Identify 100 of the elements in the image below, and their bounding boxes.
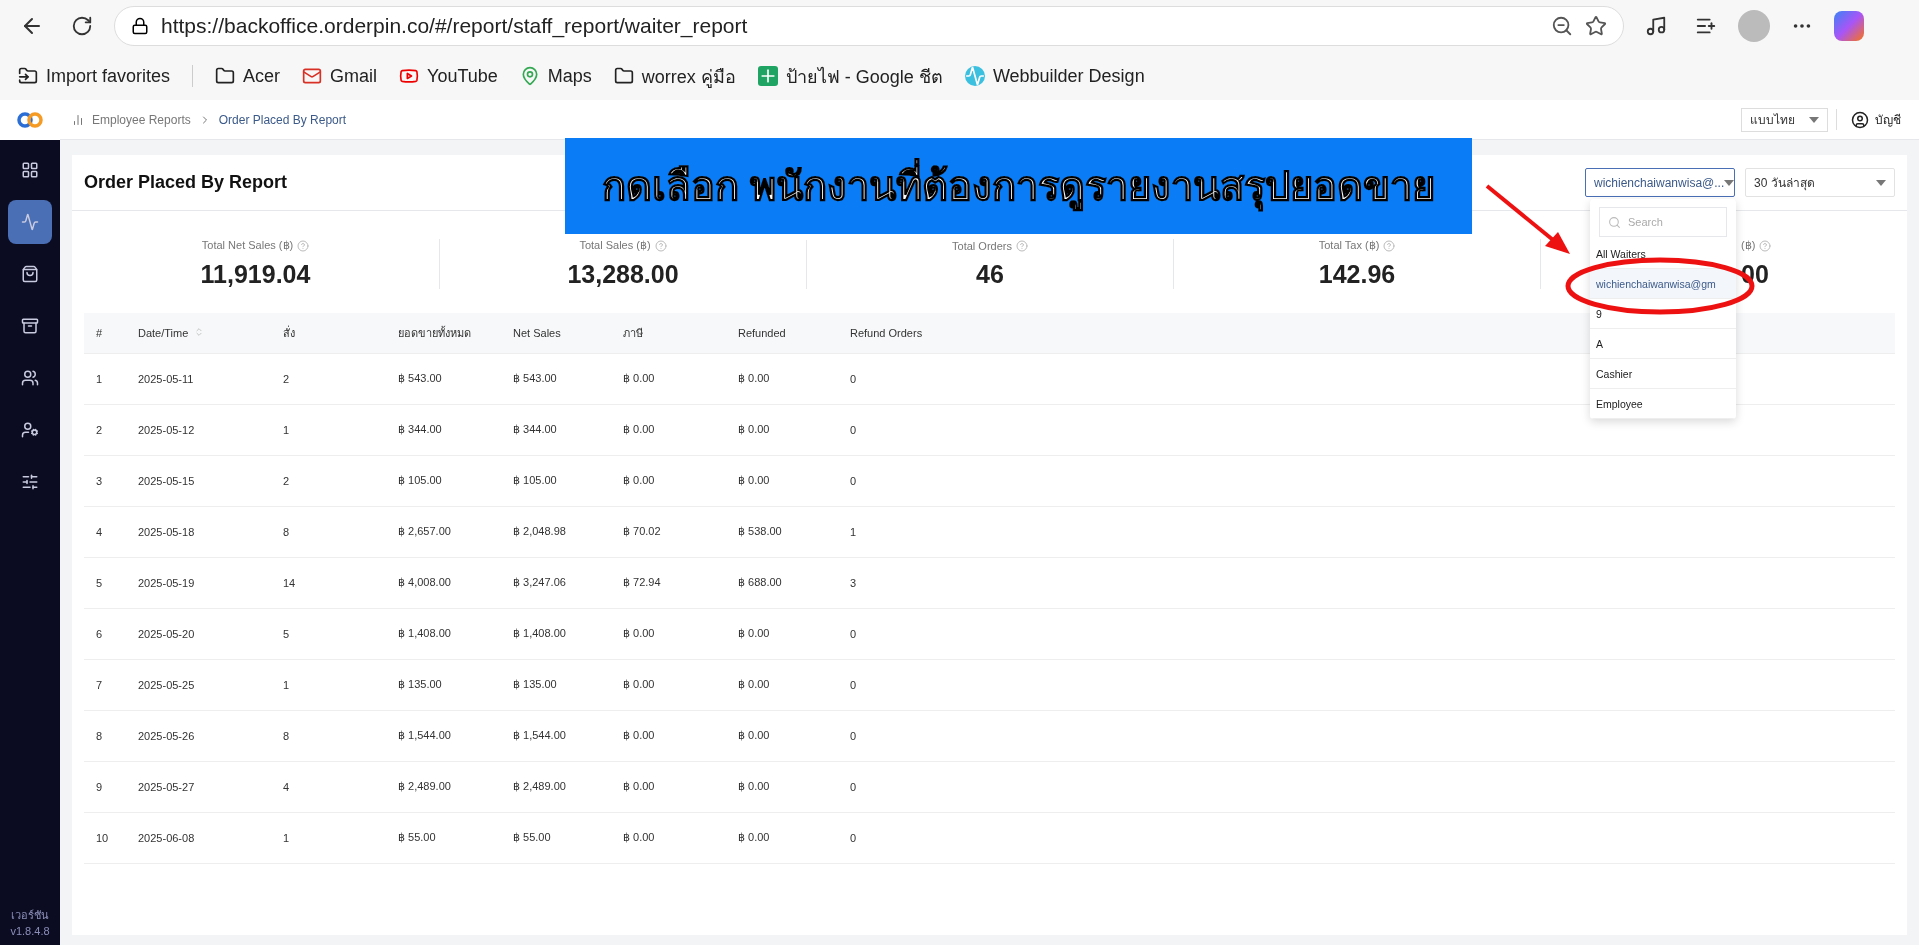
- bookmark-link[interactable]: worrex คู่มือ: [613, 61, 736, 91]
- bookmark-link[interactable]: Gmail: [302, 65, 378, 87]
- caret-icon: [1876, 179, 1886, 186]
- table-cell: 0: [838, 659, 1895, 710]
- caret-icon: [1809, 116, 1819, 123]
- bookmark-link[interactable]: YouTube: [399, 65, 498, 87]
- table-cell: ฿ 0.00: [726, 608, 838, 659]
- table-cell: ฿ 344.00: [501, 404, 611, 455]
- table-cell: ฿ 1,544.00: [501, 710, 611, 761]
- table-cell: ฿ 0.00: [726, 455, 838, 506]
- table-cell: ฿ 0.00: [611, 404, 726, 455]
- table-cell: ฿ 543.00: [501, 353, 611, 404]
- import-icon: [18, 66, 38, 86]
- bookmark-link[interactable]: Webbuilder Design: [964, 65, 1145, 87]
- table-cell: ฿ 1,408.00: [501, 608, 611, 659]
- table-cell: 0: [838, 455, 1895, 506]
- table-cell: 0: [838, 812, 1895, 863]
- breadcrumb-link[interactable]: Employee Reports: [92, 112, 191, 127]
- bookmark-link[interactable]: Import favorites: [18, 65, 171, 87]
- table-cell: 0: [838, 761, 1895, 812]
- waiter-select[interactable]: wichienchaiwanwisa@...: [1585, 168, 1735, 197]
- help-icon: [654, 239, 667, 252]
- table-cell: ฿ 0.00: [611, 455, 726, 506]
- mail-icon: [302, 66, 323, 86]
- table-cell: ฿ 0.00: [611, 812, 726, 863]
- table-cell: 2025-05-18: [126, 506, 271, 557]
- table-cell: 5: [84, 557, 126, 608]
- column-header: สั่ง: [271, 313, 386, 353]
- table-cell: 4: [84, 506, 126, 557]
- bookmark-link[interactable]: Maps: [519, 65, 592, 87]
- column-header: ภาษี: [611, 313, 726, 353]
- table-cell: 5: [271, 608, 386, 659]
- help-icon: [1015, 239, 1028, 252]
- table-cell: 8: [84, 710, 126, 761]
- table-cell: 2025-05-25: [126, 659, 271, 710]
- report-title: Order Placed By Report: [84, 172, 288, 193]
- column-header: Net Sales: [501, 313, 611, 353]
- table-cell: ฿ 0.00: [611, 659, 726, 710]
- copilot-icon[interactable]: [1834, 11, 1864, 41]
- table-cell: 3: [84, 455, 126, 506]
- version-text: เวอร์ชัน v1.8.4.8: [9, 908, 51, 939]
- stat-label: (฿): [1741, 239, 1772, 252]
- column-header: #: [84, 313, 126, 353]
- chart-icon: [72, 113, 84, 126]
- table-cell: ฿ 688.00: [726, 557, 838, 608]
- waiter-option[interactable]: Cashier: [1590, 359, 1736, 389]
- table-cell: 10: [84, 812, 126, 863]
- table-cell: ฿ 0.00: [611, 608, 726, 659]
- address-bar[interactable]: https://backoffice.orderpin.co/#/report/staff_report/waiter_report: [114, 6, 1624, 46]
- table-cell: ฿ 0.00: [611, 353, 726, 404]
- table-cell: 1: [271, 404, 386, 455]
- table-cell: 2025-05-15: [126, 455, 271, 506]
- language-select[interactable]: แบบไทย: [1741, 107, 1828, 132]
- table-cell: ฿ 105.00: [386, 455, 501, 506]
- table-cell: 2025-05-26: [126, 710, 271, 761]
- bookmark-link[interactable]: ป้ายไฟ - Google ชีต: [757, 61, 943, 91]
- waiter-option[interactable]: Employee: [1590, 389, 1736, 419]
- table-cell: 0: [838, 710, 1895, 761]
- account-button[interactable]: บัญชี: [1836, 109, 1907, 130]
- bookmark-link[interactable]: Acer: [215, 65, 281, 87]
- users-icon: [21, 369, 39, 387]
- table-cell: ฿ 0.00: [611, 761, 726, 812]
- table-cell: ฿ 135.00: [386, 659, 501, 710]
- table-cell: 0: [838, 608, 1895, 659]
- help-icon: [1383, 239, 1396, 252]
- column-header: Refunded: [726, 313, 838, 353]
- star-icon[interactable]: [1585, 15, 1607, 37]
- table-cell: ฿ 0.00: [726, 353, 838, 404]
- table-cell: 8: [271, 506, 386, 557]
- zoom-out-icon[interactable]: [1551, 15, 1573, 37]
- table-cell: ฿ 344.00: [386, 404, 501, 455]
- folder-icon: [215, 66, 236, 86]
- column-header[interactable]: Date/Time: [126, 313, 271, 353]
- period-select[interactable]: 30 วันล่าสุด: [1745, 168, 1895, 197]
- table-cell: 1: [838, 506, 1895, 557]
- table-cell: ฿ 70.02: [611, 506, 726, 557]
- table-cell: 2025-06-08: [126, 812, 271, 863]
- table-cell: ฿ 72.94: [611, 557, 726, 608]
- sidebar-item[interactable]: [8, 200, 52, 244]
- table-cell: 4: [271, 761, 386, 812]
- table-cell: 1: [271, 812, 386, 863]
- waiter-option[interactable]: A: [1590, 329, 1736, 359]
- stat-value: 13,288.00: [567, 260, 679, 289]
- search-field[interactable]: Search: [1599, 207, 1727, 237]
- stat-label: Total Tax (฿): [1318, 239, 1396, 252]
- breadcrumb-link[interactable]: Order Placed By Report: [218, 112, 347, 127]
- waiter-option[interactable]: wichienchaiwanwisa@gm: [1590, 269, 1736, 299]
- user-icon: [1851, 110, 1869, 129]
- table-cell: 2025-05-11: [126, 353, 271, 404]
- instruction-banner: กดเลือก พนักงานที่ต้องการดูรายงานสรุปยอดขาย: [565, 138, 1472, 234]
- wave-icon: [964, 66, 985, 86]
- folder-icon: [613, 66, 634, 86]
- table-cell: 2025-05-20: [126, 608, 271, 659]
- help-icon: [1759, 239, 1772, 252]
- search-icon: [1608, 216, 1621, 229]
- table-cell: ฿ 1,408.00: [386, 608, 501, 659]
- table-cell: 1: [271, 659, 386, 710]
- table-cell: ฿ 0.00: [726, 404, 838, 455]
- stat-value: 142.96: [1318, 260, 1396, 289]
- table-cell: ฿ 2,657.00: [386, 506, 501, 557]
